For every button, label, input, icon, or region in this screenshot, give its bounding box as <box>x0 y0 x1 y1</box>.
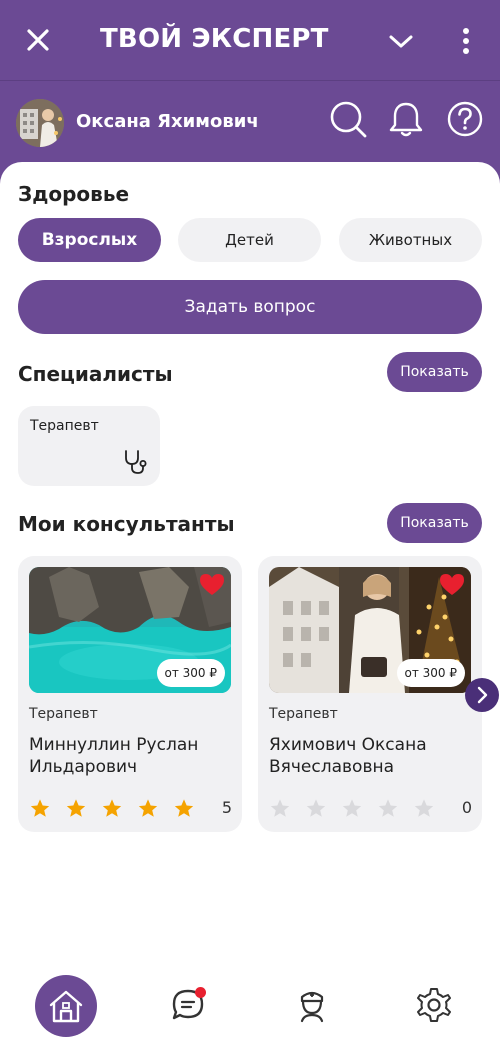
star-icon <box>270 799 290 817</box>
consultant-name: Яхимович Оксана Вячеславовна <box>269 735 427 777</box>
search-icon[interactable] <box>328 99 368 139</box>
star-icon <box>66 799 86 817</box>
nav-settings[interactable] <box>414 985 454 1025</box>
consultant-name: Миннуллин Руслан Ильдарович <box>29 735 199 777</box>
settings-icon <box>417 988 451 1022</box>
app-header: ТВОЙ ЭКСПЕРТ <box>0 0 500 80</box>
chevron-down-icon[interactable] <box>386 28 416 54</box>
help-icon[interactable] <box>445 99 485 139</box>
nav-home[interactable] <box>35 975 97 1037</box>
star-icon <box>306 799 326 817</box>
consultant-specialty: Терапевт <box>269 706 338 722</box>
favorite-heart-icon[interactable] <box>439 573 465 597</box>
star-icon <box>378 799 398 817</box>
main-content: Здоровье Взрослых Детей Животных Задать … <box>0 162 500 1059</box>
price-badge: от 300 ₽ <box>156 659 225 687</box>
stethoscope-icon <box>125 450 147 474</box>
avatar[interactable] <box>16 99 64 147</box>
health-title: Здоровье <box>18 182 130 206</box>
chevron-right-icon <box>477 686 488 704</box>
consultant-card[interactable]: от 300 ₽ Терапевт Миннуллин Руслан Ильда… <box>18 556 242 832</box>
star-icon <box>174 799 194 817</box>
nav-chat[interactable] <box>168 985 208 1025</box>
close-icon[interactable] <box>24 26 52 54</box>
bell-icon[interactable] <box>386 99 426 139</box>
star-icon <box>342 799 362 817</box>
app-title: ТВОЙ ЭКСПЕРТ <box>100 24 329 54</box>
tab-adults[interactable]: Взрослых <box>18 218 161 262</box>
bottom-navigation <box>0 970 500 1059</box>
consultant-specialty: Терапевт <box>29 706 98 722</box>
specialists-show-button[interactable]: Показать <box>387 352 482 392</box>
user-bar: Оксана Яхимович <box>0 80 500 170</box>
rating-stars <box>29 798 234 820</box>
consultant-card[interactable]: от 300 ₽ Терапевт Яхимович Оксана Вячесл… <box>258 556 482 832</box>
notification-badge <box>195 987 206 998</box>
rating-value: 5 <box>221 798 232 817</box>
star-icon <box>138 799 158 817</box>
user-name[interactable]: Оксана Яхимович <box>76 111 259 132</box>
consultant-photo: от 300 ₽ <box>29 567 231 693</box>
favorite-heart-icon[interactable] <box>199 573 225 597</box>
specialists-title: Специалисты <box>18 362 173 386</box>
star-icon <box>102 799 122 817</box>
carousel-next-button[interactable] <box>465 678 499 712</box>
rating-stars <box>269 798 474 820</box>
rating-value: 0 <box>461 798 472 817</box>
home-icon <box>49 990 83 1023</box>
consultants-show-button[interactable]: Показать <box>387 503 482 543</box>
consultant-photo: от 300 ₽ <box>269 567 471 693</box>
star-icon <box>414 799 434 817</box>
doctor-icon <box>300 991 324 1023</box>
ask-question-button[interactable]: Задать вопрос <box>18 280 482 334</box>
tab-children[interactable]: Детей <box>178 218 321 262</box>
more-vertical-icon[interactable] <box>456 26 476 56</box>
price-badge: от 300 ₽ <box>396 659 465 687</box>
consultants-title: Мои консультанты <box>18 512 235 536</box>
star-icon <box>30 799 50 817</box>
tab-animals[interactable]: Животных <box>339 218 482 262</box>
specialist-tile-therapist[interactable]: Терапевт <box>18 406 160 486</box>
specialist-label: Терапевт <box>30 418 99 434</box>
nav-doctor[interactable] <box>292 985 332 1025</box>
